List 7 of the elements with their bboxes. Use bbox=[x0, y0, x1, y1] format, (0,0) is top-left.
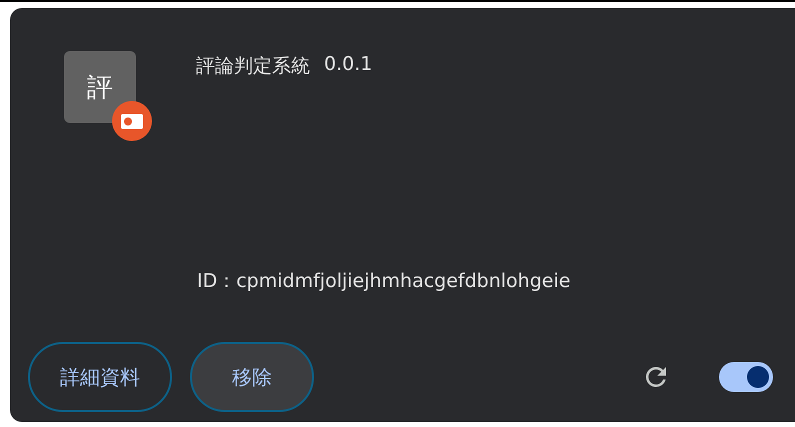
details-button[interactable]: 詳細資料 bbox=[28, 342, 172, 412]
extension-id: ID：cpmidmfjoljiejhmhacgefdbnlohgeie bbox=[197, 269, 572, 294]
extension-version: 0.0.1 bbox=[324, 53, 372, 77]
extension-name: 評論判定系統 bbox=[196, 54, 310, 79]
enable-toggle[interactable] bbox=[719, 362, 773, 392]
camera-badge-icon bbox=[112, 101, 152, 141]
remove-button[interactable]: 移除 bbox=[190, 342, 314, 412]
